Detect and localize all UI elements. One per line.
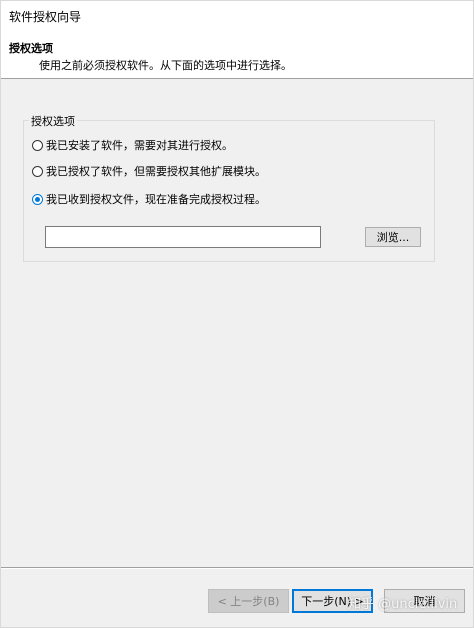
header-description: 使用之前必须授权软件。从下面的选项中进行选择。 <box>39 59 292 72</box>
window-title: 软件授权向导 <box>9 9 82 24</box>
title-bar: 软件授权向导 <box>1 1 473 31</box>
radio-button-icon[interactable] <box>32 139 43 151</box>
option-extension-label: 我已授权了软件，但需要授权其他扩展模块。 <box>46 165 266 178</box>
license-file-path-input[interactable] <box>45 226 321 248</box>
option-license-file-radio[interactable]: 我已收到授权文件，现在准备完成授权过程。 <box>32 191 266 207</box>
license-options-group: 授权选项 我已安装了软件，需要对其进行授权。 我已授权了软件，但需要授权其他扩展… <box>23 113 435 262</box>
cancel-button[interactable]: 取消 <box>384 589 465 613</box>
radio-button-checked-icon[interactable] <box>32 193 43 205</box>
option-extension-radio[interactable]: 我已授权了软件，但需要授权其他扩展模块。 <box>32 163 266 179</box>
license-wizard-window: 软件授权向导 授权选项 使用之前必须授权软件。从下面的选项中进行选择。 授权选项… <box>0 0 474 628</box>
header-title: 授权选项 <box>9 42 53 55</box>
option-installed-radio[interactable]: 我已安装了软件，需要对其进行授权。 <box>32 137 233 153</box>
group-label: 授权选项 <box>29 113 77 129</box>
footer-divider-highlight <box>1 568 473 569</box>
wizard-header: 授权选项 使用之前必须授权软件。从下面的选项中进行选择。 <box>1 31 473 79</box>
option-installed-label: 我已安装了软件，需要对其进行授权。 <box>46 139 233 152</box>
option-license-file-label: 我已收到授权文件，现在准备完成授权过程。 <box>46 193 266 206</box>
next-button[interactable]: 下一步(N) > <box>292 589 373 613</box>
browse-button[interactable]: 浏览... <box>365 227 421 247</box>
radio-button-icon[interactable] <box>32 165 43 177</box>
back-button[interactable]: < 上一步(B) <box>208 589 289 613</box>
